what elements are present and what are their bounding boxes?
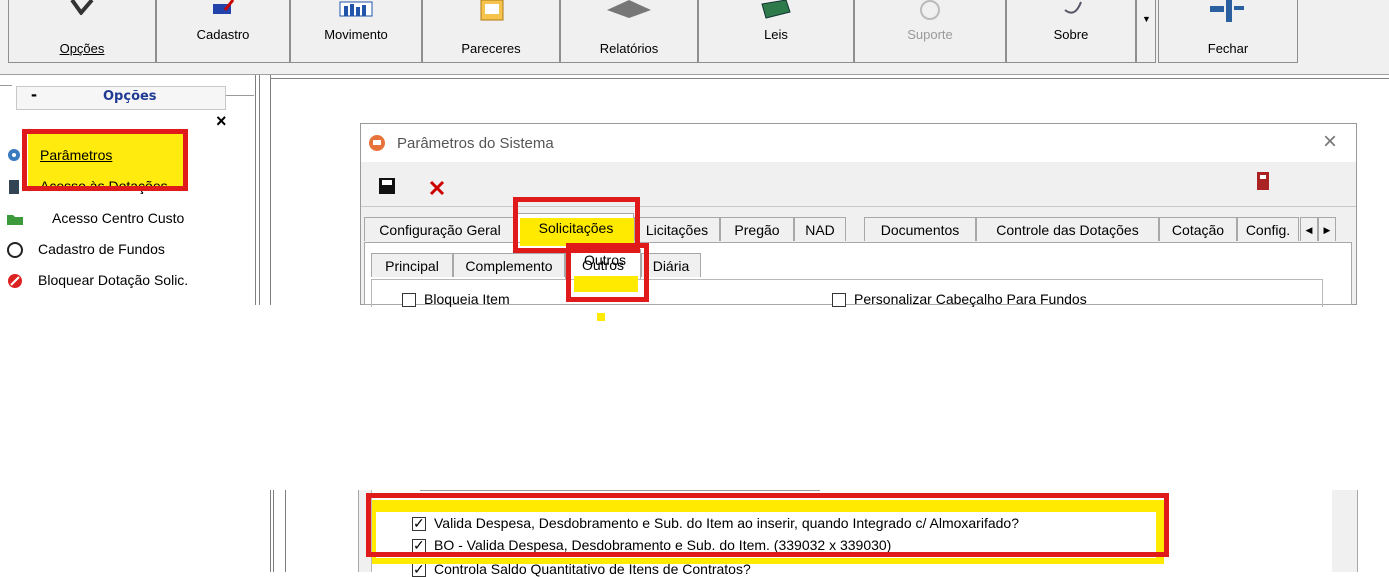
cadastro-label: Cadastro	[196, 27, 250, 42]
highlight-box-parametros	[22, 129, 188, 191]
options-icon	[70, 0, 94, 16]
splitter	[270, 490, 274, 572]
checkbox-label: Personalizar Cabeçalho Para Fundos	[854, 291, 1087, 307]
checkbox-controla-saldo[interactable]	[412, 561, 426, 577]
sidebar-item-bloquear-dotacao[interactable]: Bloquear Dotação Solic.	[0, 270, 240, 292]
highlight-box-outros	[566, 243, 649, 302]
subtab-diaria[interactable]: Diária	[641, 253, 701, 277]
collapse-button[interactable]: -	[31, 84, 37, 105]
suporte-button[interactable]: Suporte	[854, 0, 1006, 63]
book-icon	[761, 0, 791, 19]
movimento-button[interactable]: Movimento	[290, 0, 422, 63]
app-icon	[369, 135, 385, 151]
content-border	[285, 490, 286, 572]
pareceres-button[interactable]: Pareceres	[422, 0, 560, 63]
sidebar-item-label: Acesso Centro Custo	[52, 210, 185, 226]
document-icon	[480, 0, 504, 21]
checkbox-label: Bloqueia Item	[424, 291, 510, 307]
dialog-close-button[interactable]: ×	[1323, 128, 1337, 156]
tab-scroll-right-button[interactable]: ▶	[1318, 217, 1336, 241]
exit-icon	[1210, 0, 1244, 22]
leis-label: Leis	[764, 27, 788, 42]
pareceres-label: Pareceres	[461, 41, 521, 56]
relatorios-button[interactable]: Relatórios	[560, 0, 698, 63]
tab-scroll-left-button[interactable]: ◀	[1300, 217, 1318, 241]
subtab-complemento[interactable]: Complemento	[453, 253, 565, 277]
cadastro-icon	[213, 0, 235, 14]
exit-door-icon[interactable]	[1257, 172, 1271, 192]
tab-configuracao-geral[interactable]: Configuração Geral	[364, 217, 516, 241]
main-toolbar: Opções Cadastro Movimento Pareceres Rela…	[0, 0, 1389, 75]
dialog-title: Parâmetros do Sistema	[397, 135, 554, 152]
tab-controle-dotacoes[interactable]: Controle das Dotações	[976, 217, 1159, 241]
divider	[226, 95, 254, 96]
movimento-label: Movimento	[324, 27, 388, 42]
sidebar-close-button[interactable]: ×	[216, 111, 227, 132]
splitter[interactable]	[255, 75, 260, 305]
options-button[interactable]: Opções	[8, 0, 156, 63]
fechar-button[interactable]: Fechar	[1158, 0, 1298, 63]
save-icon[interactable]	[379, 178, 397, 196]
sobre-label: Sobre	[1053, 27, 1089, 42]
fund-icon	[7, 242, 23, 258]
subtab-principal[interactable]: Principal	[371, 253, 453, 277]
suporte-label: Suporte	[907, 27, 953, 42]
sidebar-item-label: Cadastro de Fundos	[38, 241, 165, 257]
support-icon	[920, 0, 940, 20]
cadastro-button[interactable]: Cadastro	[156, 0, 290, 63]
divider	[0, 85, 12, 86]
folder-icon	[7, 215, 23, 225]
tab-nad[interactable]: NAD	[794, 217, 846, 241]
sidebar-item-label: Bloquear Dotação Solic.	[38, 272, 189, 288]
cancel-icon[interactable]	[429, 180, 445, 196]
leis-button[interactable]: Leis	[698, 0, 854, 63]
options-panel: Bloqueia Item Personalizar Cabeçalho Par…	[371, 279, 1323, 307]
sidebar-item-acesso-centro-custo[interactable]: Acesso Centro Custo	[0, 208, 240, 230]
fechar-label: Fechar	[1207, 41, 1249, 56]
tab-licitacoes[interactable]: Licitações	[634, 217, 720, 241]
tab-config[interactable]: Config.	[1237, 217, 1299, 241]
chart-icon	[339, 1, 373, 17]
sobre-button[interactable]: Sobre	[1006, 0, 1136, 63]
block-icon	[8, 274, 22, 288]
checkbox-bloqueia-item[interactable]	[402, 293, 416, 307]
divider	[361, 206, 1356, 207]
content-border	[270, 75, 271, 305]
dialog-titlebar: Parâmetros do Sistema ×	[361, 124, 1356, 162]
tab-documentos[interactable]: Documentos	[864, 217, 976, 241]
printer-icon	[607, 0, 651, 18]
tab-pregao[interactable]: Pregão	[720, 217, 794, 241]
info-icon	[1064, 1, 1082, 14]
highlight-box-validations	[366, 493, 1169, 557]
sidebar-title: Opções	[103, 89, 157, 104]
sidebar-header: - Opções	[16, 84, 226, 110]
options-label: Opções	[59, 41, 105, 56]
dropdown-arrow-button[interactable]: ▼	[1136, 0, 1156, 63]
checkbox-personalizar-cabecalho[interactable]	[832, 293, 846, 307]
sidebar-item-cadastro-fundos[interactable]: Cadastro de Fundos	[0, 239, 240, 261]
highlight-dot	[597, 313, 605, 321]
tab-cotacao[interactable]: Cotação	[1159, 217, 1237, 241]
chevron-down-icon: ▼	[1142, 14, 1151, 24]
content-border-top	[270, 78, 1389, 79]
relatorios-label: Relatórios	[599, 41, 659, 56]
